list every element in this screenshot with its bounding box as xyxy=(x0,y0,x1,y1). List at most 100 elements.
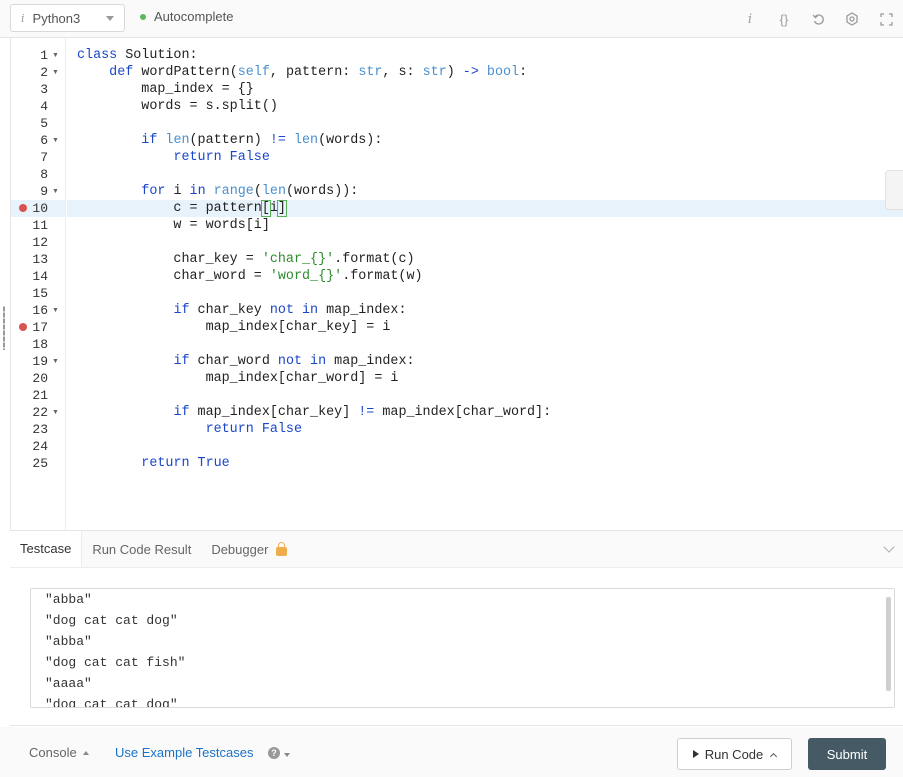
line-number[interactable]: 13 xyxy=(11,251,48,268)
code-line[interactable] xyxy=(67,336,903,353)
code-line[interactable] xyxy=(67,285,903,302)
code-line-text: def wordPattern(self, pattern: str, s: s… xyxy=(67,65,527,80)
code-line[interactable] xyxy=(67,115,903,132)
braces-icon[interactable]: {} xyxy=(767,0,801,38)
code-line-text: return True xyxy=(67,456,229,471)
testcase-scrollbar[interactable] xyxy=(886,597,891,691)
line-number[interactable]: 3 xyxy=(11,81,48,98)
breakpoint-icon[interactable] xyxy=(19,204,27,212)
settings-icon[interactable] xyxy=(835,0,869,38)
submit-button[interactable]: Submit xyxy=(808,738,886,770)
help-icon[interactable]: ? xyxy=(268,747,280,759)
fold-arrow-icon[interactable]: ▼ xyxy=(52,64,59,81)
play-icon xyxy=(692,750,699,758)
line-number[interactable]: 4 xyxy=(11,98,48,115)
code-line[interactable] xyxy=(67,438,903,455)
breakpoint-icon[interactable] xyxy=(19,323,27,331)
fold-arrow-icon[interactable]: ▼ xyxy=(52,183,59,200)
language-select[interactable]: i Python3 xyxy=(10,4,125,32)
fold-arrow-icon[interactable]: ▼ xyxy=(52,353,59,370)
info-icon[interactable]: i xyxy=(733,0,767,38)
line-number[interactable]: 6 xyxy=(11,132,48,149)
line-number[interactable]: 18 xyxy=(11,336,48,353)
code-line[interactable]: map_index = {} xyxy=(67,81,903,98)
resize-handle[interactable] xyxy=(3,306,5,350)
side-panel-handle[interactable] xyxy=(885,170,903,210)
code-line[interactable]: def wordPattern(self, pattern: str, s: s… xyxy=(67,64,903,81)
testcase-input[interactable]: "abba" "dog cat cat dog" "abba" "dog cat… xyxy=(30,588,895,708)
caret-down-icon[interactable] xyxy=(284,753,290,757)
line-number[interactable]: 23 xyxy=(11,421,48,438)
line-number[interactable]: 14 xyxy=(11,268,48,285)
code-line[interactable] xyxy=(67,387,903,404)
code-line[interactable]: for i in range(len(words)): xyxy=(67,183,903,200)
code-line[interactable]: words = s.split() xyxy=(67,98,903,115)
code-token: i xyxy=(269,201,278,216)
code-line[interactable]: map_index[char_word] = i xyxy=(67,370,903,387)
code-line[interactable]: w = words[i] xyxy=(67,217,903,234)
fold-arrow-icon[interactable]: ▼ xyxy=(52,404,59,421)
code-line[interactable]: if char_word not in map_index: xyxy=(67,353,903,370)
code-line[interactable]: if len(pattern) != len(words): xyxy=(67,132,903,149)
fold-arrow-icon[interactable]: ▼ xyxy=(52,47,59,64)
code-line[interactable]: map_index[char_key] = i xyxy=(67,319,903,336)
code-line[interactable]: c = pattern[i] xyxy=(67,200,903,217)
code-line[interactable] xyxy=(67,234,903,251)
code-line[interactable] xyxy=(67,166,903,183)
tab-testcase[interactable]: Testcase xyxy=(10,531,83,567)
tab-debugger[interactable]: Debugger xyxy=(201,531,297,567)
undo-icon[interactable] xyxy=(801,0,835,38)
code-editor[interactable]: 1 ▼ 2 ▼ 3 4 5 6 ▼ 7 8 9 ▼ 10 11 12 13 14 15 16 ▼ 17 18 19 ▼ 20 21 2… xyxy=(10,38,903,530)
line-number[interactable]: 22 xyxy=(11,404,48,421)
code-line[interactable]: return True xyxy=(67,455,903,472)
line-gutter[interactable]: 1 ▼ 2 ▼ 3 4 5 6 ▼ 7 8 9 ▼ 10 11 12 13 14 15 16 ▼ 17 18 19 ▼ 20 21 2… xyxy=(11,38,66,530)
code-line-text: char_word = 'word_{}'.format(w) xyxy=(67,269,422,284)
code-token: , s: xyxy=(382,65,423,80)
use-example-testcases-link[interactable]: Use Example Testcases xyxy=(115,745,254,760)
line-number[interactable]: 25 xyxy=(11,455,48,472)
code-token: char_word xyxy=(197,354,278,369)
code-line[interactable]: char_word = 'word_{}'.format(w) xyxy=(67,268,903,285)
line-number[interactable]: 10 xyxy=(11,200,48,217)
line-number[interactable]: 9 xyxy=(11,183,48,200)
code-line[interactable]: class Solution: xyxy=(67,47,903,64)
console-toggle[interactable]: Console xyxy=(29,745,89,760)
autocomplete-toggle[interactable]: Autocomplete xyxy=(140,9,234,24)
line-number[interactable]: 7 xyxy=(11,149,48,166)
code-line[interactable]: if char_key not in map_index: xyxy=(67,302,903,319)
code-token: range xyxy=(213,184,254,199)
fold-arrow-icon[interactable]: ▼ xyxy=(52,302,59,319)
code-line[interactable]: return False xyxy=(67,421,903,438)
line-number[interactable]: 15 xyxy=(11,285,48,302)
line-number[interactable]: 11 xyxy=(11,217,48,234)
line-number[interactable]: 2 xyxy=(11,64,48,81)
testcase-line: "abba" xyxy=(45,634,92,649)
code-token: self xyxy=(237,65,270,80)
code-line[interactable]: if map_index[char_key] != map_index[char… xyxy=(67,404,903,421)
code-area[interactable]: class Solution: def wordPattern(self, pa… xyxy=(67,38,903,530)
line-number[interactable]: 12 xyxy=(11,234,48,251)
code-line[interactable]: char_key = 'char_{}'.format(c) xyxy=(67,251,903,268)
info-icon: i xyxy=(21,11,25,25)
fullscreen-icon[interactable] xyxy=(869,0,903,38)
code-token: words = s.split() xyxy=(77,99,278,114)
code-token: map_index = {} xyxy=(77,82,254,97)
line-number[interactable]: 16 xyxy=(11,302,48,319)
line-number[interactable]: 8 xyxy=(11,166,48,183)
code-token: 'char_{}' xyxy=(261,252,335,267)
line-number[interactable]: 24 xyxy=(11,438,48,455)
line-number[interactable]: 21 xyxy=(11,387,48,404)
line-number[interactable]: 1 xyxy=(11,47,48,64)
code-token: w = words[i] xyxy=(77,218,270,233)
line-number[interactable]: 17 xyxy=(11,319,48,336)
fold-arrow-icon[interactable]: ▼ xyxy=(52,132,59,149)
tab-run-code-result[interactable]: Run Code Result xyxy=(82,531,201,567)
line-number[interactable]: 19 xyxy=(11,353,48,370)
console-tabs: Testcase Run Code Result Debugger xyxy=(10,531,903,568)
line-number[interactable]: 20 xyxy=(11,370,48,387)
code-line[interactable]: return False xyxy=(67,149,903,166)
line-number[interactable]: 5 xyxy=(11,115,48,132)
run-code-button[interactable]: Run Code xyxy=(677,738,792,770)
